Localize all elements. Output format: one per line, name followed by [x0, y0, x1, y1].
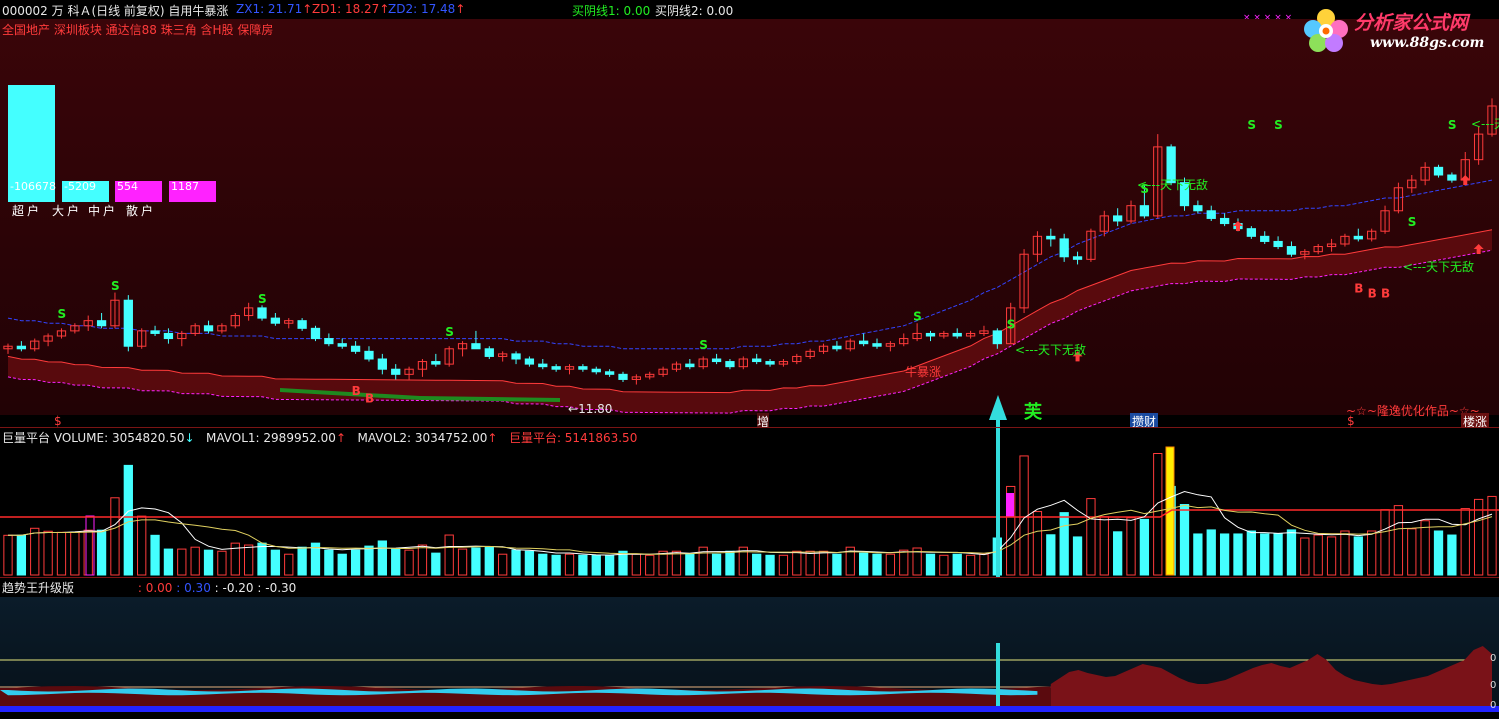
- osc-base-bar: [0, 706, 1499, 712]
- osc-area-right: [1050, 646, 1492, 706]
- osc-spike: [996, 643, 1000, 706]
- osc-axis-label-2: 0: [1490, 680, 1497, 691]
- oscillator-chart: [0, 643, 1499, 719]
- osc-axis-label-3: 0: [1490, 700, 1497, 711]
- osc-bottom-gap: [0, 712, 1499, 719]
- osc-axis-label-1: 0: [1490, 653, 1497, 664]
- osc-area-left: [0, 686, 1051, 706]
